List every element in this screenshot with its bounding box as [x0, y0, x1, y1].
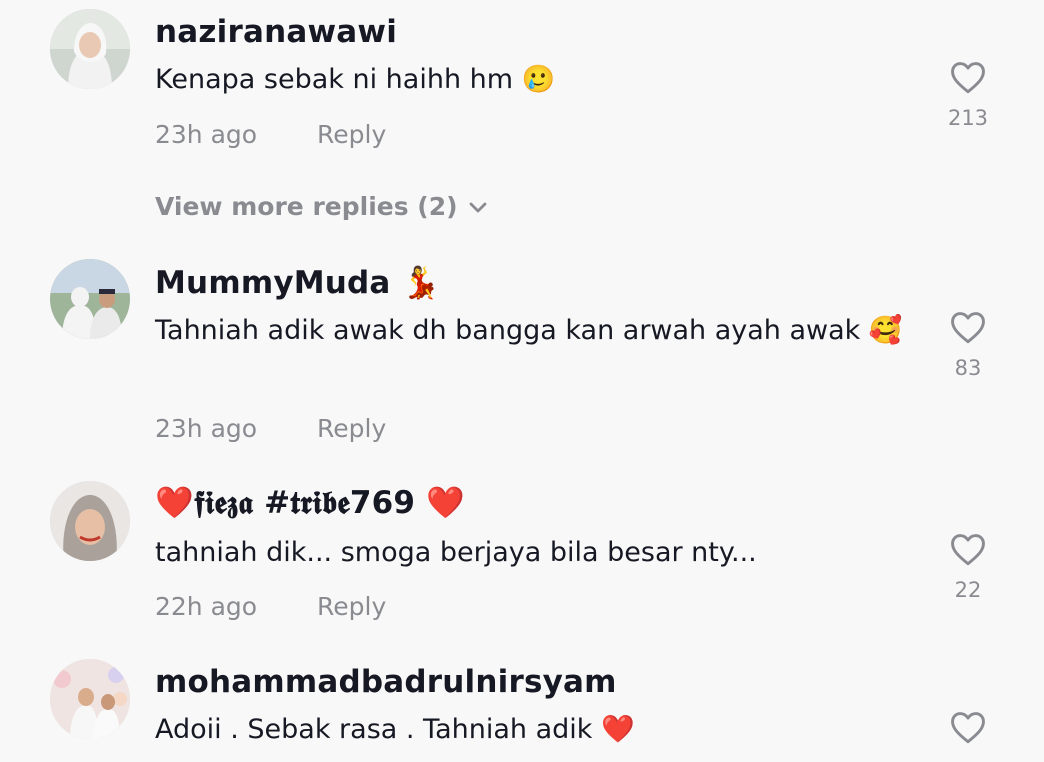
like-count: 83: [954, 356, 982, 380]
heart-outline-icon: [951, 712, 985, 744]
comment-username[interactable]: ❤️𝖋𝖎𝖊𝖟𝖆 #𝖙𝖗𝖎𝖇𝖊769 ❤️: [155, 484, 465, 522]
comment-time: 23h ago: [155, 120, 258, 149]
like-button[interactable]: 213: [940, 60, 996, 130]
like-count: 213: [947, 106, 989, 130]
reply-button[interactable]: Reply: [317, 120, 386, 149]
comment-meta: 22h ago Reply: [155, 592, 386, 621]
avatar[interactable]: [50, 481, 130, 561]
like-count: 22: [954, 578, 982, 602]
avatar[interactable]: [50, 659, 130, 739]
comment-meta: 23h ago Reply: [155, 120, 386, 149]
comment-time: 22h ago: [155, 592, 258, 621]
heart-outline-icon: [951, 534, 985, 566]
comment-text: Adoii . Sebak rasa . Tahniah adik ❤️: [155, 714, 635, 745]
reply-button[interactable]: Reply: [317, 414, 386, 443]
like-button[interactable]: 83: [940, 310, 996, 380]
avatar[interactable]: [50, 9, 130, 89]
comment-username[interactable]: naziranawawi: [155, 14, 397, 50]
chevron-down-icon: [469, 202, 486, 213]
comment-time: 23h ago: [155, 414, 258, 443]
comment-username[interactable]: mohammadbadrulnirsyam: [155, 664, 617, 700]
avatar[interactable]: [50, 259, 130, 339]
like-button[interactable]: [940, 710, 996, 744]
reply-button[interactable]: Reply: [317, 592, 386, 621]
comment-username[interactable]: MummyMuda 💃: [155, 264, 440, 301]
comment-text: Tahniah adik awak dh bangga kan arwah ay…: [155, 315, 903, 346]
heart-outline-icon: [951, 312, 985, 344]
comment-text: Kenapa sebak ni haihh hm 🥲: [155, 64, 556, 95]
view-more-replies-button[interactable]: View more replies (2): [155, 192, 488, 221]
heart-outline-icon: [951, 62, 985, 94]
comment-text: tahniah dik... smoga berjaya bila besar …: [155, 537, 757, 568]
comment-meta: 23h ago Reply: [155, 414, 386, 443]
view-more-replies-label: View more replies (2): [155, 192, 458, 221]
like-button[interactable]: 22: [940, 532, 996, 602]
